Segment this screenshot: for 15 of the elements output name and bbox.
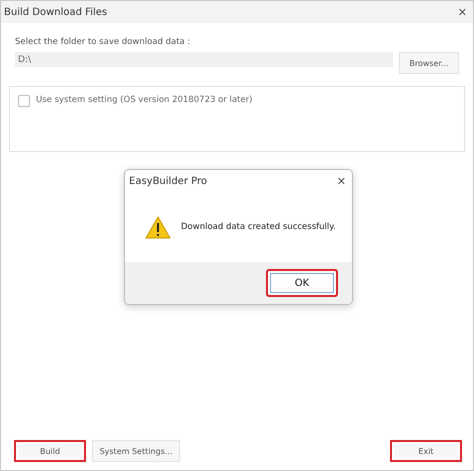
close-icon[interactable]: ✕ bbox=[336, 174, 346, 188]
dialog-button[interactable]: Build bbox=[14, 440, 86, 462]
ok-button[interactable]: OK bbox=[266, 269, 338, 297]
close-icon[interactable]: ✕ bbox=[458, 6, 467, 18]
dialog-title: EasyBuilder Pro bbox=[129, 176, 207, 186]
dialog-button[interactable]: System Settings... bbox=[92, 440, 180, 462]
checkbox[interactable] bbox=[18, 95, 30, 107]
warning-icon bbox=[145, 216, 171, 238]
window-title: Build Download Files bbox=[4, 6, 108, 18]
dialog-button[interactable]: Exit bbox=[390, 440, 462, 462]
dialog-message: Download data created successfully. bbox=[181, 222, 336, 232]
folder-label: Select the folder to save download data : bbox=[15, 37, 192, 47]
path-field[interactable]: D:\ bbox=[15, 52, 393, 67]
checkbox-label: Use system setting (OS version 20180723 or later) bbox=[36, 95, 252, 105]
browse-button[interactable]: Browser... bbox=[399, 52, 459, 74]
